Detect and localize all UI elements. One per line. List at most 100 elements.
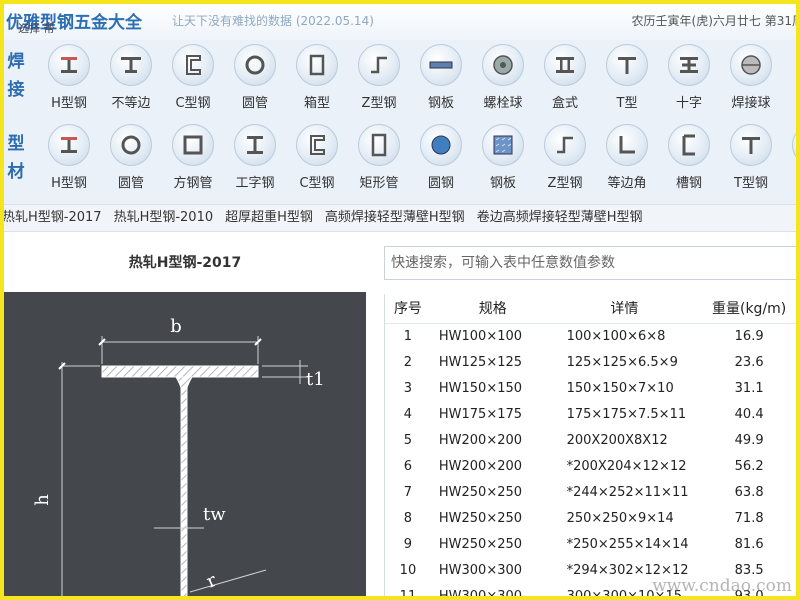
tab-standard[interactable]: 热轧H型钢-2010 bbox=[114, 205, 214, 231]
round-pipe-icon[interactable] bbox=[234, 44, 276, 86]
unequal-h-beam-icon[interactable] bbox=[110, 44, 152, 86]
col-header-detail[interactable]: 详情 bbox=[555, 294, 695, 323]
col-header-weight[interactable]: 重量(kg/m) bbox=[694, 294, 796, 323]
cell-no: 5 bbox=[403, 433, 413, 448]
category-c-channel[interactable]: C型钢 bbox=[286, 124, 348, 200]
round-pipe-icon[interactable] bbox=[110, 124, 152, 166]
box-type-icon[interactable] bbox=[544, 44, 586, 86]
category-z-section[interactable]: Z型钢 bbox=[534, 124, 596, 200]
cell-no: 9 bbox=[403, 537, 413, 552]
category-h-beam[interactable]: H型钢 bbox=[38, 124, 100, 200]
cell-no: 11 bbox=[399, 589, 417, 600]
i-beam-icon[interactable] bbox=[234, 124, 276, 166]
category-round-bar[interactable]: 圆钢 bbox=[410, 124, 472, 200]
square-tube-icon[interactable] bbox=[172, 124, 214, 166]
t-section-icon[interactable] bbox=[730, 124, 772, 166]
welded-ball-icon[interactable] bbox=[730, 44, 772, 86]
category-i-beam[interactable]: 工字钢 bbox=[224, 124, 286, 200]
dim-b-label: b bbox=[170, 316, 182, 337]
row-label-profile-text: 型 材 bbox=[7, 134, 25, 182]
cell-detail: 250×250×9×14 bbox=[566, 511, 674, 526]
channel-icon[interactable] bbox=[668, 124, 710, 166]
table-row[interactable]: 1 HW100×100 100×100×6×8 16.9 bbox=[385, 324, 796, 350]
tab-standard[interactable]: 卷边高频焊接轻型薄壁H型钢 bbox=[477, 205, 643, 231]
search-input[interactable] bbox=[384, 246, 796, 280]
dim-r-line bbox=[189, 569, 267, 593]
box-section-icon[interactable] bbox=[296, 44, 338, 86]
category-welded-ball[interactable]: 焊接球 bbox=[720, 44, 782, 120]
z-section-icon[interactable] bbox=[358, 44, 400, 86]
cell-detail: 125×125×6.5×9 bbox=[566, 355, 678, 370]
category-label: 等边角 bbox=[607, 176, 647, 191]
round-bar-icon[interactable] bbox=[420, 124, 462, 166]
cell-spec: HW300×300 bbox=[438, 589, 523, 600]
cell-weight: 49.9 bbox=[734, 433, 764, 448]
col-header-no[interactable]: 序号 bbox=[385, 294, 431, 323]
cross-section-icon[interactable] bbox=[668, 44, 710, 86]
table-header: 序号 规格 详情 重量(kg/m) bbox=[385, 294, 796, 324]
checker-plate-icon[interactable] bbox=[482, 124, 524, 166]
category-round-pipe[interactable]: 圆管 bbox=[224, 44, 286, 120]
c-channel-icon[interactable] bbox=[296, 124, 338, 166]
category-square-tube[interactable]: 方钢管 bbox=[162, 124, 224, 200]
category-rect-tube[interactable]: 矩形管 bbox=[348, 124, 410, 200]
col-header-spec[interactable]: 规格 bbox=[431, 294, 555, 323]
dim-h-label: h bbox=[32, 494, 53, 506]
steel-plate-icon[interactable] bbox=[420, 44, 462, 86]
title-bar: 优雅型钢五金大全 让天下没有难找的数据 (2022.05.14) 选择 帮 农历… bbox=[4, 4, 796, 40]
category-label: 方钢管 bbox=[173, 176, 213, 191]
category-equal-angle[interactable]: 等边角 bbox=[596, 124, 658, 200]
tab-standard[interactable]: 高频焊接轻型薄壁H型钢 bbox=[325, 205, 465, 231]
table-row[interactable]: 8 HW250×250 250×250×9×14 71.8 bbox=[385, 506, 796, 532]
category-unequal-h-beam[interactable]: 不等边 bbox=[100, 44, 162, 120]
category-h-beam[interactable]: H型钢 bbox=[38, 44, 100, 120]
category-t-section[interactable]: T型 bbox=[596, 44, 658, 120]
cell-no: 4 bbox=[403, 407, 413, 422]
z-section-icon[interactable] bbox=[544, 124, 586, 166]
cell-weight: 71.8 bbox=[734, 511, 764, 526]
category-checker-plate[interactable]: 钢板 bbox=[472, 124, 534, 200]
table-row[interactable]: 9 HW250×250 *250×255×14×14 81.6 bbox=[385, 532, 796, 558]
cell-detail: 100×100×6×8 bbox=[566, 329, 666, 344]
category-box-type[interactable]: 盒式 bbox=[534, 44, 596, 120]
cell-spec: HW200×200 bbox=[438, 459, 523, 474]
c-channel-icon[interactable] bbox=[172, 44, 214, 86]
cell-detail: 150×150×7×10 bbox=[566, 381, 674, 396]
table-row[interactable]: 7 HW250×250 *244×252×11×11 63.8 bbox=[385, 480, 796, 506]
category-label: T型钢 bbox=[734, 176, 768, 191]
equal-angle-icon[interactable] bbox=[606, 124, 648, 166]
category-bolt-ball[interactable]: 螺栓球 bbox=[472, 44, 534, 120]
cell-detail: 200X200X8X12 bbox=[566, 433, 668, 448]
category-box-section[interactable]: 箱型 bbox=[286, 44, 348, 120]
bolt-ball-icon[interactable] bbox=[482, 44, 524, 86]
partial-icon[interactable] bbox=[792, 124, 796, 166]
menu-overlay[interactable]: 选择 帮 bbox=[18, 20, 55, 36]
category-label: C型钢 bbox=[299, 176, 335, 191]
rect-tube-icon[interactable] bbox=[358, 124, 400, 166]
tab-standard[interactable]: 超厚超重H型钢 bbox=[225, 205, 313, 231]
category-steel-plate[interactable]: 钢板 bbox=[410, 44, 472, 120]
category-label: 圆钢 bbox=[427, 176, 454, 191]
table-row[interactable]: 2 HW125×125 125×125×6.5×9 23.6 bbox=[385, 350, 796, 376]
category-c-channel[interactable]: C型钢 bbox=[162, 44, 224, 120]
table-row[interactable]: 5 HW200×200 200X200X8X12 49.9 bbox=[385, 428, 796, 454]
cell-spec: HW250×250 bbox=[438, 537, 523, 552]
category-t-section[interactable]: T型钢 bbox=[720, 124, 782, 200]
category-partial[interactable]: 不 bbox=[782, 124, 796, 200]
h-beam-icon[interactable] bbox=[48, 44, 90, 86]
category-label: 十字 bbox=[675, 96, 702, 111]
category-z-section[interactable]: Z型钢 bbox=[348, 44, 410, 120]
cell-weight: 31.1 bbox=[734, 381, 764, 396]
table-row[interactable]: 6 HW200×200 *200X204×12×12 56.2 bbox=[385, 454, 796, 480]
t-section-icon[interactable] bbox=[606, 44, 648, 86]
category-cross-section[interactable]: 十字 bbox=[658, 44, 720, 120]
tab-standard[interactable]: 热轧H型钢-2017 bbox=[4, 205, 102, 231]
category-label: 圆管 bbox=[117, 176, 144, 191]
cell-weight: 63.8 bbox=[734, 485, 764, 500]
table-row[interactable]: 3 HW150×150 150×150×7×10 31.1 bbox=[385, 376, 796, 402]
category-channel[interactable]: 槽钢 bbox=[658, 124, 720, 200]
h-beam-icon[interactable] bbox=[48, 124, 90, 166]
table-row[interactable]: 4 HW175×175 175×175×7.5×11 40.4 bbox=[385, 402, 796, 428]
category-round-pipe[interactable]: 圆管 bbox=[100, 124, 162, 200]
cell-no: 6 bbox=[403, 459, 413, 474]
